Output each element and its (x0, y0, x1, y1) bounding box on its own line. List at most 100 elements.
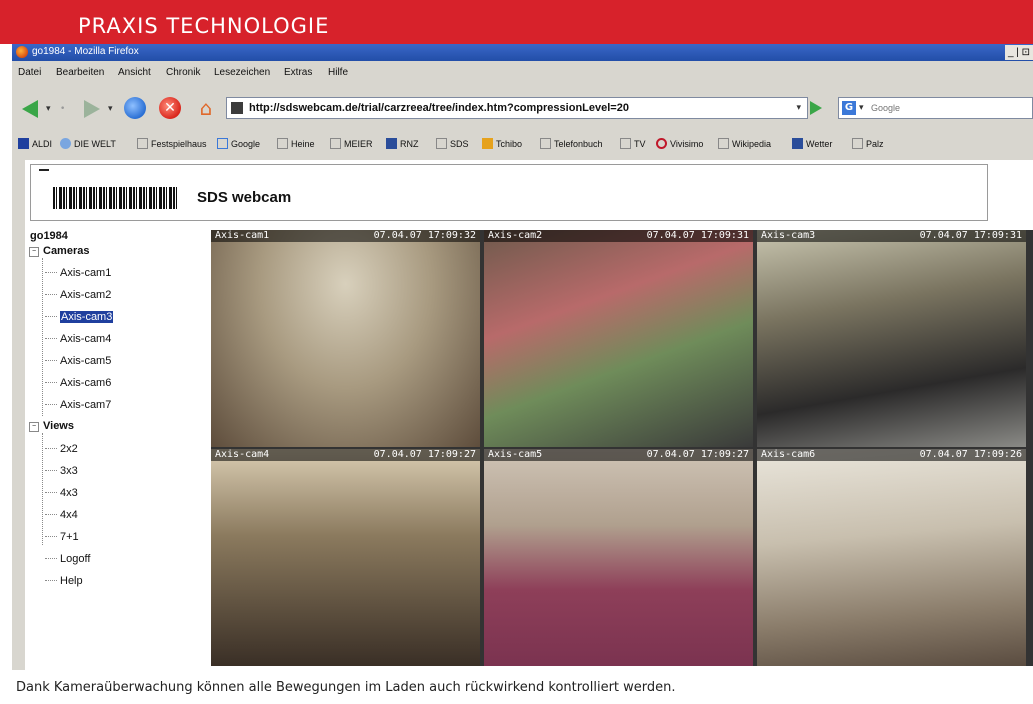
firefox-icon (16, 46, 28, 58)
menu-bearbeiten[interactable]: Bearbeiten (56, 67, 104, 79)
bookmark-rnz[interactable]: RNZ (386, 137, 419, 151)
bookmark-label: MEIER (344, 139, 373, 149)
google-engine-icon[interactable]: G (842, 101, 856, 115)
window-controls[interactable]: _ | ⊡ (1005, 45, 1033, 60)
back-history-chevron-icon[interactable]: ▾ (46, 105, 51, 114)
separator-dot-icon: • (60, 104, 66, 114)
welt-icon (60, 138, 71, 149)
bookmark-label: RNZ (400, 139, 419, 149)
tree-item-axis-cam5[interactable]: Axis-cam5 (45, 354, 111, 368)
camera-feed-1[interactable]: Axis-cam1 07.04.07 17:09:32 (211, 230, 480, 447)
camera-feed-timestamp: 07.04.07 17:09:32 (373, 230, 476, 241)
menu-datei[interactable]: Datei (18, 67, 41, 79)
reload-icon[interactable] (124, 97, 146, 119)
camera-feed-6[interactable]: Axis-cam6 07.04.07 17:09:26 (757, 449, 1026, 666)
bookmark-vivisimo[interactable]: Vivisimo (656, 137, 703, 151)
menu-extras[interactable]: Extras (284, 67, 312, 79)
camera-feed-5[interactable]: Axis-cam5 07.04.07 17:09:27 (484, 449, 753, 666)
tree-item-label: Help (60, 575, 83, 587)
tree-item-label-selected: Axis-cam3 (60, 311, 114, 323)
bookmark-festspielhaus[interactable]: Festspielhaus (137, 137, 207, 151)
bookmark-heine[interactable]: Heine (277, 137, 315, 151)
tree-item-axis-cam6[interactable]: Axis-cam6 (45, 376, 111, 390)
forward-history-chevron-icon[interactable]: ▾ (108, 105, 113, 114)
camera-feed-overlay: Axis-cam5 07.04.07 17:09:27 (484, 449, 753, 461)
camera-feed-overlay: Axis-cam1 07.04.07 17:09:32 (211, 230, 480, 242)
tree-node-label: Views (43, 420, 74, 432)
camera-feed-2[interactable]: Axis-cam2 07.04.07 17:09:31 (484, 230, 753, 447)
tree-connector (42, 258, 43, 416)
bookmark-wetter[interactable]: Wetter (792, 137, 832, 151)
bookmark-wikipedia[interactable]: Wikipedia (718, 137, 771, 151)
browser-window: go1984 - Mozilla Firefox _ | ⊡ Datei Bea… (12, 44, 1033, 670)
bookmark-die-welt[interactable]: DIE WELT (60, 137, 116, 151)
collapse-icon[interactable]: − (29, 422, 39, 432)
bookmark-tchibo[interactable]: Tchibo (482, 137, 522, 151)
camera-feed-timestamp: 07.04.07 17:09:27 (646, 449, 749, 460)
camera-feed-name: Axis-cam3 (761, 230, 816, 241)
bookmark-sds[interactable]: SDS (436, 137, 469, 151)
navigation-tree: go1984 − Cameras Axis-cam1 Axis-cam2 Axis… (29, 228, 209, 668)
camera-feed-name: Axis-cam5 (488, 449, 543, 460)
tree-item-label: Axis-cam7 (60, 399, 112, 411)
tree-root[interactable]: go1984 (30, 230, 68, 242)
address-url[interactable]: http://sdswebcam.de/trial/carzreea/tree/… (249, 101, 629, 115)
camera-feed-name: Axis-cam6 (761, 449, 816, 460)
search-input[interactable] (871, 101, 1021, 115)
tree-item-axis-cam4[interactable]: Axis-cam4 (45, 332, 111, 346)
tree-item-view-3x3[interactable]: 3x3 (45, 464, 78, 478)
address-dropdown-icon[interactable]: ▾ (796, 103, 801, 113)
camera-feed-4[interactable]: Axis-cam4 07.04.07 17:09:27 (211, 449, 480, 666)
aldi-icon (18, 138, 29, 149)
bookmark-tv[interactable]: TV (620, 137, 646, 151)
tree-item-view-7plus1[interactable]: 7+1 (45, 530, 79, 544)
bookmark-label: Heine (291, 139, 315, 149)
collapse-icon[interactable]: − (29, 247, 39, 257)
tree-item-view-4x4[interactable]: 4x4 (45, 508, 78, 522)
tree-node-cameras[interactable]: − Cameras (29, 245, 89, 257)
tree-item-logoff[interactable]: Logoff (45, 552, 90, 566)
folder-icon (137, 138, 148, 149)
site-favicon-icon (231, 102, 243, 114)
bookmark-label: Tchibo (496, 139, 523, 149)
tree-item-axis-cam2[interactable]: Axis-cam2 (45, 288, 111, 302)
tree-item-axis-cam7[interactable]: Axis-cam7 (45, 398, 111, 412)
bookmark-palz[interactable]: Palz (852, 137, 884, 151)
bookmark-aldi[interactable]: ALDI (18, 137, 52, 151)
address-bar[interactable]: http://sdswebcam.de/trial/carzreea/tree/… (226, 97, 808, 119)
go-icon[interactable] (810, 101, 822, 115)
menu-hilfe[interactable]: Hilfe (328, 67, 348, 79)
bookmark-telefonbuch[interactable]: Telefonbuch (540, 137, 603, 151)
bookmark-google[interactable]: Google (217, 137, 260, 151)
camera-feed-3[interactable]: Axis-cam3 07.04.07 17:09:31 (757, 230, 1026, 447)
engine-dropdown-icon[interactable]: ▾ (859, 103, 864, 113)
tree-item-axis-cam3[interactable]: Axis-cam3 (45, 310, 114, 324)
menu-chronik[interactable]: Chronik (166, 67, 200, 79)
search-box[interactable]: G ▾ (838, 97, 1033, 119)
bookmark-label: Festspielhaus (151, 139, 207, 149)
menu-ansicht[interactable]: Ansicht (118, 67, 151, 79)
tree-item-label: Axis-cam6 (60, 377, 112, 389)
tree-item-view-4x3[interactable]: 4x3 (45, 486, 78, 500)
forward-icon[interactable] (84, 100, 100, 118)
bookmark-label: Vivisimo (670, 139, 704, 149)
bookmark-label: Telefonbuch (554, 139, 603, 149)
menubar: Datei Bearbeiten Ansicht Chronik Lesezei… (12, 63, 1033, 83)
tree-item-axis-cam1[interactable]: Axis-cam1 (45, 266, 111, 280)
magazine-header: PRAXIS TECHNOLOGIE (0, 0, 1033, 44)
magazine-section-title: PRAXIS TECHNOLOGIE (78, 14, 330, 38)
navigation-toolbar: ▾ • ▾ ✕ ⌂ http://sdswebcam.de/trial/carz… (12, 88, 1033, 128)
tchibo-icon (482, 138, 493, 149)
home-icon[interactable]: ⌂ (194, 96, 218, 120)
camera-feed-overlay: Axis-cam2 07.04.07 17:09:31 (484, 230, 753, 242)
tree-item-label: Axis-cam5 (60, 355, 112, 367)
bookmark-meier[interactable]: MEIER (330, 137, 373, 151)
stop-icon[interactable]: ✕ (159, 97, 181, 119)
tree-item-view-2x2[interactable]: 2x2 (45, 442, 78, 456)
camera-feed-timestamp: 07.04.07 17:09:26 (919, 449, 1022, 460)
folder-icon (436, 138, 447, 149)
menu-lesezeichen[interactable]: Lesezeichen (214, 67, 270, 79)
tree-item-help[interactable]: Help (45, 574, 83, 588)
tree-node-views[interactable]: − Views (29, 420, 74, 432)
back-icon[interactable] (22, 100, 38, 118)
